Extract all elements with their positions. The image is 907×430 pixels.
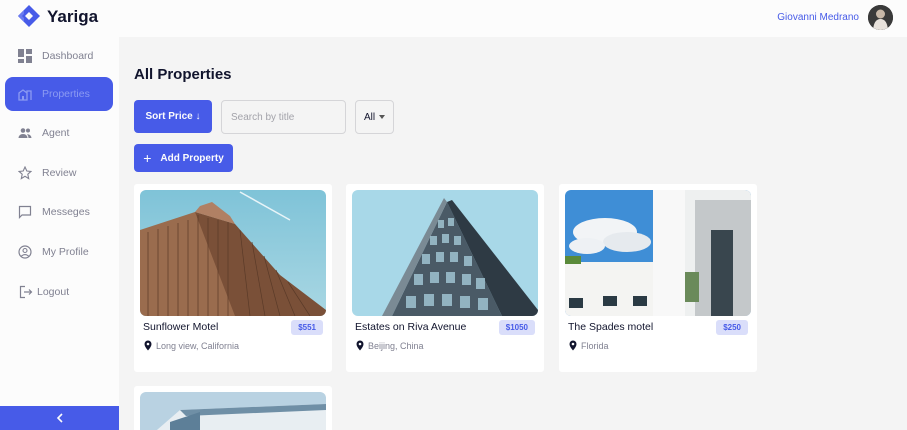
sidebar-item-label: Agent — [42, 127, 70, 139]
account-circle-icon — [18, 245, 32, 259]
star-icon — [18, 166, 32, 180]
property-location: Florida — [569, 340, 609, 351]
add-property-label: Add Property — [160, 152, 224, 164]
chevron-left-icon — [56, 413, 63, 423]
sidebar-item-dashboard[interactable]: Dashboard — [5, 39, 113, 73]
property-location: Beijing, China — [356, 340, 424, 351]
logo-icon[interactable] — [17, 4, 41, 28]
top-bar: Yariga Giovanni Medrano — [0, 0, 907, 37]
property-photo — [140, 392, 326, 430]
filter-select[interactable]: All — [355, 100, 394, 134]
location-pin-icon — [569, 340, 577, 351]
property-card[interactable] — [134, 386, 332, 430]
sidebar: Dashboard Properties Agent Review Messeg… — [0, 37, 119, 430]
sidebar-item-properties[interactable]: Properties — [5, 77, 113, 111]
property-title[interactable]: Estates on Riva Avenue — [355, 321, 466, 333]
property-photo — [565, 190, 751, 316]
logout-icon — [19, 285, 33, 299]
property-title[interactable]: The Spades motel — [568, 321, 653, 333]
sort-price-button[interactable]: Sort Price ↓ — [134, 100, 212, 133]
caret-down-icon — [379, 115, 386, 119]
search-input[interactable] — [221, 100, 346, 134]
brand-name[interactable]: Yariga — [47, 7, 98, 27]
sidebar-item-label: Messeges — [42, 206, 90, 218]
sidebar-item-agent[interactable]: Agent — [5, 116, 113, 150]
property-card[interactable]: The Spades motel $250 Florida — [559, 184, 757, 372]
sidebar-item-label: Properties — [42, 88, 90, 100]
property-photo — [140, 190, 326, 316]
sidebar-item-label: Logout — [37, 286, 70, 298]
page-title: All Properties — [134, 66, 232, 83]
sidebar-item-label: Dashboard — [42, 50, 94, 62]
add-property-button[interactable]: + Add Property — [134, 144, 233, 172]
location-text: Beijing, China — [368, 340, 424, 351]
property-card[interactable]: Sunflower Motel $551 Long view, Californ… — [134, 184, 332, 372]
property-photo — [352, 190, 538, 316]
sidebar-item-review[interactable]: Review — [5, 156, 113, 190]
property-title[interactable]: Sunflower Motel — [143, 321, 218, 333]
sidebar-item-label: My Profile — [42, 246, 89, 258]
avatar[interactable] — [868, 5, 893, 30]
location-text: Long view, California — [156, 340, 240, 351]
sidebar-item-label: Review — [42, 167, 77, 179]
price-badge: $1050 — [498, 320, 535, 335]
sidebar-item-messages[interactable]: Messeges — [5, 195, 113, 229]
chat-icon — [18, 205, 32, 219]
people-icon — [18, 128, 32, 138]
plus-icon: + — [143, 150, 152, 166]
property-location: Long view, California — [144, 340, 239, 351]
location-text: Florida — [581, 340, 609, 351]
location-pin-icon — [144, 340, 152, 351]
user-name: Giovanni Medrano — [777, 12, 859, 23]
sidebar-item-my-profile[interactable]: My Profile — [5, 235, 113, 269]
location-pin-icon — [356, 340, 364, 351]
sidebar-item-logout[interactable]: Logout — [5, 275, 113, 309]
price-badge: $551 — [291, 320, 323, 335]
building-icon — [18, 89, 32, 101]
filter-value: All — [364, 111, 376, 123]
sidebar-collapse-button[interactable] — [0, 406, 119, 430]
price-badge: $250 — [716, 320, 748, 335]
sort-price-label: Sort Price ↓ — [145, 111, 201, 122]
dashboard-icon — [18, 49, 32, 63]
property-card[interactable]: Estates on Riva Avenue $1050 Beijing, Ch… — [346, 184, 544, 372]
